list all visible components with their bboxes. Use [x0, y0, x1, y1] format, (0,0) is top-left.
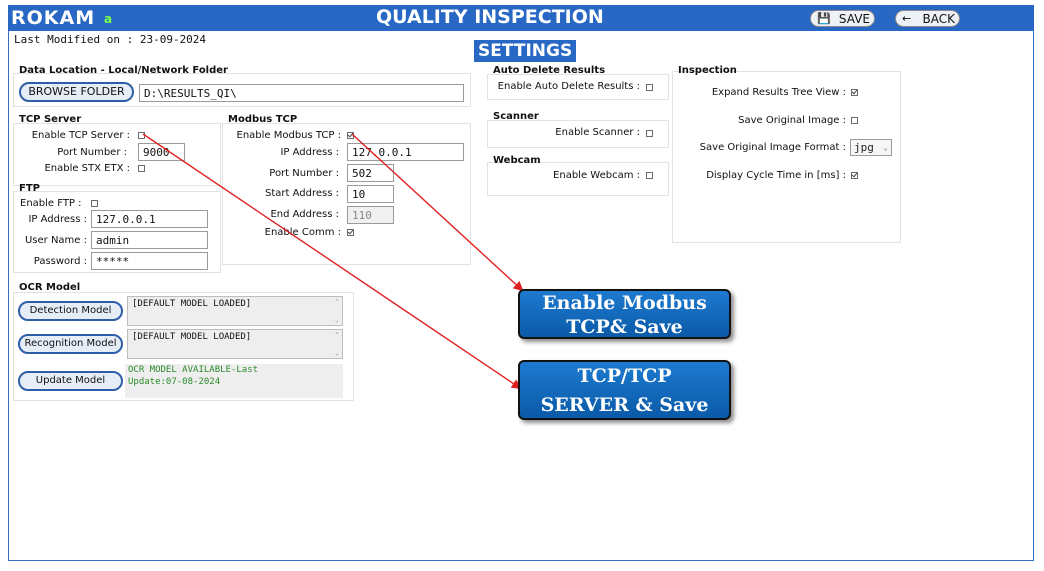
tcp-server-callout: TCP/TCP SERVER & Save: [518, 360, 731, 420]
modbus-callout: Enable Modbus TCP& Save: [518, 289, 731, 339]
modbus-callout-line-1: Enable Modbus: [542, 292, 707, 314]
tcp-callout-line-2: SERVER & Save: [540, 394, 709, 416]
modbus-callout-line-2: TCP& Save: [566, 316, 683, 338]
arrow-to-tcp-callout: [142, 133, 522, 390]
tcp-callout-line-1: TCP/TCP: [577, 365, 672, 387]
annotation-arrows: [142, 133, 524, 390]
arrow-to-modbus-callout: [351, 133, 524, 292]
